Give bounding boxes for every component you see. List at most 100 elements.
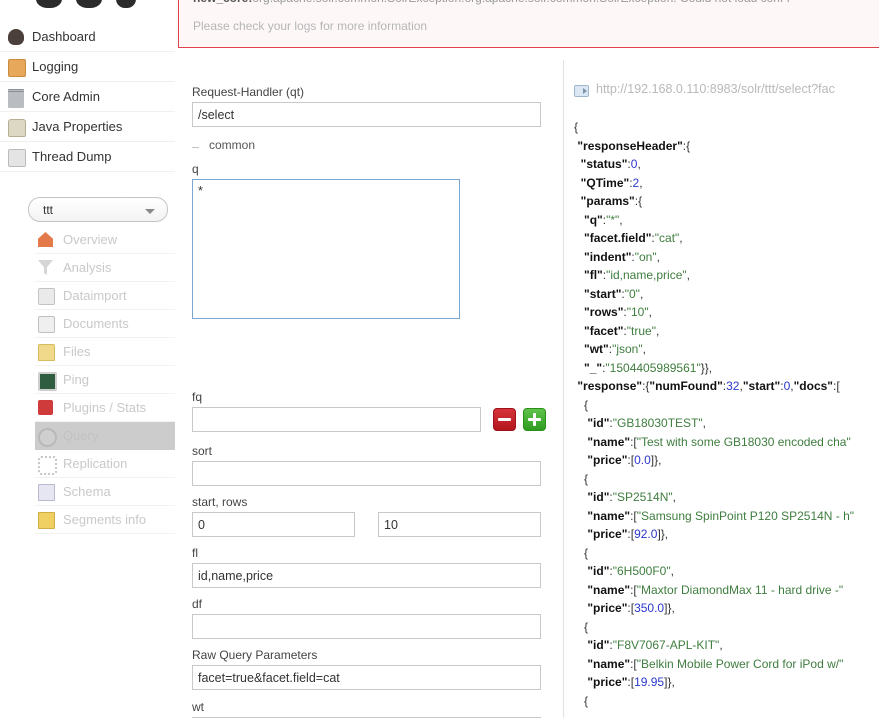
fl-field: fl [192,546,541,588]
sidebar-item-label: Java Properties [32,119,123,134]
start-input[interactable] [192,512,355,537]
sidebar-item-dashboard[interactable]: Dashboard [0,22,175,52]
core-item-label: Documents [63,316,129,331]
sidebar-item-thread-dump[interactable]: Thread Dump [0,142,175,172]
q-input[interactable]: * [192,179,460,319]
sidebar-item-ping[interactable]: Ping [35,366,175,394]
sidebar-item-query[interactable]: Query [35,422,175,450]
fq-label: fq [192,390,203,404]
core-item-label: Query [63,428,99,443]
panel-divider [563,60,564,718]
raw-query-parameters-field: Raw Query Parameters [192,648,541,690]
schema-icon [38,484,55,501]
start-rows-label: start, rows [192,495,248,509]
result-url-bar[interactable]: http://192.168.0.110:8983/solr/ttt/selec… [574,82,879,104]
core-item-label: Analysis [63,260,112,275]
overview-icon [38,232,53,247]
request-handler-field: Request-Handler (qt) [192,85,541,127]
error-banner: new_core:org.apache.solr.common.SolrExce… [178,0,879,48]
core-item-label: Schema [63,484,111,499]
dataimport-icon [38,288,55,305]
fq-row [192,407,552,432]
files-icon [38,344,55,361]
rows-input[interactable] [378,512,541,537]
core-item-label: Ping [63,372,90,387]
chevron-down-icon [145,209,155,214]
common-fieldset-legend[interactable]: common [192,138,543,154]
core-item-label: Dataimport [63,288,127,303]
plus-icon-v [533,413,536,426]
core-item-label: Segments info [63,512,147,527]
sort-field: sort start, rows [192,444,552,537]
core-admin-icon [8,89,24,108]
replication-icon [38,456,57,475]
fl-label: fl [192,546,198,560]
core-item-label: Plugins / Stats [63,400,147,415]
result-panel: http://192.168.0.110:8983/solr/ttt/selec… [566,60,879,718]
logo-shape-2 [76,0,102,8]
error-message: org.apache.solr.common.SolrException:org… [252,0,790,5]
core-selector-wrap: ttt [28,197,168,222]
df-label: df [192,597,203,611]
sidebar-item-label: Logging [32,59,79,74]
core-item-label: Files [63,344,91,359]
query-icon [38,428,57,447]
result-url: http://192.168.0.110:8983/solr/ttt/selec… [596,82,835,96]
raw-query-parameters-label: Raw Query Parameters [192,648,318,662]
wt-label: wt [192,700,204,714]
logging-icon [8,59,26,77]
q-label: q [192,162,199,176]
sidebar-item-files[interactable]: Files [35,338,175,366]
core-selector[interactable]: ttt [28,197,168,222]
sort-label: sort [192,444,213,458]
raw-query-parameters-input[interactable] [192,665,541,690]
error-title: new_core:org.apache.solr.common.SolrExce… [193,0,879,4]
analysis-icon [38,260,53,275]
java-properties-icon [8,119,26,137]
df-field: df [192,597,541,639]
fl-input[interactable] [192,563,541,588]
sidebar-item-label: Core Admin [32,89,100,104]
sidebar-item-documents[interactable]: Documents [35,310,175,338]
minus-icon [498,418,511,421]
fq-remove-button[interactable] [493,408,516,431]
query-form-panel: Request-Handler (qt) common q * fq [178,60,563,718]
q-field: q * [192,162,460,319]
core-selector-value: ttt [43,203,54,217]
solr-logo[interactable] [0,0,175,14]
sort-input[interactable] [192,461,541,486]
sidebar-item-label: Thread Dump [32,149,112,164]
sidebar-item-core-admin[interactable]: Core Admin [0,82,175,112]
core-item-label: Replication [63,456,128,471]
collapse-dash-icon [192,147,199,148]
documents-icon [38,316,55,333]
fq-field: fq [192,390,552,432]
legend-label: common [205,138,260,152]
logo-shape-1 [36,0,62,8]
sidebar-item-logging[interactable]: Logging [0,52,175,82]
sidebar-item-overview[interactable]: Overview [35,226,175,254]
df-input[interactable] [192,614,541,639]
ping-icon [38,372,57,391]
solr-admin-page: Dashboard Logging Core Admin Java Proper… [0,0,879,718]
sidebar-item-label: Dashboard [32,29,96,44]
sidebar-item-dataimport[interactable]: Dataimport [35,282,175,310]
sidebar-item-plugins-stats[interactable]: Plugins / Stats [35,394,175,422]
request-handler-input[interactable] [192,102,541,127]
main-menu: Dashboard Logging Core Admin Java Proper… [0,22,175,172]
sidebar-item-analysis[interactable]: Analysis [35,254,175,282]
start-rows-row [192,512,552,537]
sidebar-item-schema[interactable]: Schema [35,478,175,506]
segments-info-icon [38,512,55,529]
error-core-name: new_core: [193,0,252,5]
dashboard-icon [8,29,24,45]
wt-field: wt json [192,700,541,718]
sidebar-item-segments-info[interactable]: Segments info [35,506,175,534]
external-link-icon [574,85,589,97]
fq-input[interactable] [192,407,481,432]
fq-add-button[interactable] [523,408,546,431]
sidebar-item-replication[interactable]: Replication [35,450,175,478]
core-item-label: Overview [63,232,118,247]
sidebar-item-java-properties[interactable]: Java Properties [0,112,175,142]
logo-shape-3 [116,0,136,8]
